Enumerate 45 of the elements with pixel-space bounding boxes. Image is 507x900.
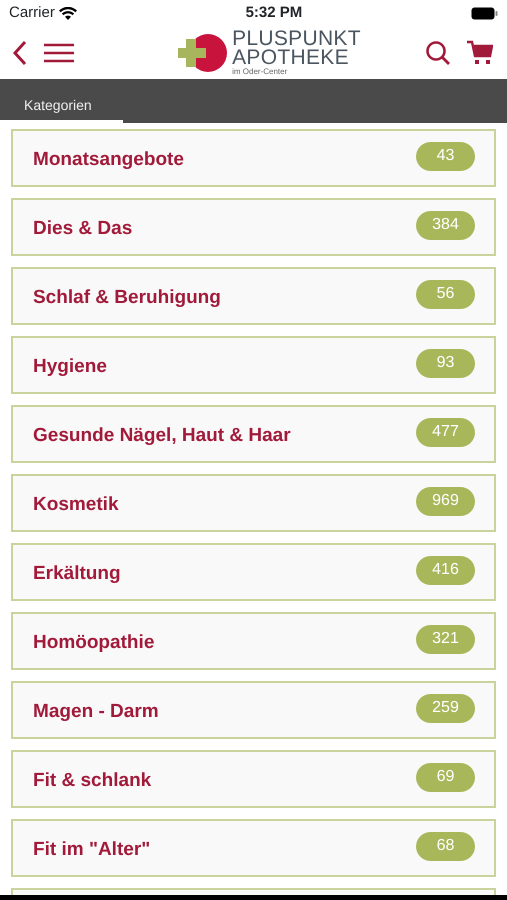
count-badge: 416 xyxy=(416,556,475,584)
category-name: Erkältung xyxy=(33,562,121,586)
category-row[interactable]: Dies & Das 384 xyxy=(11,198,496,256)
count-badge: 969 xyxy=(416,486,475,516)
category-row[interactable]: Kosmetik 969 xyxy=(11,474,496,532)
category-row[interactable]: Fit & schlank 69 xyxy=(11,750,496,808)
category-name: Hygiene xyxy=(33,354,107,379)
count-badge: 477 xyxy=(416,418,475,446)
logo-icon xyxy=(178,33,228,73)
category-name: Fit & schlank xyxy=(33,768,152,793)
category-name: Monatsangebote xyxy=(33,148,184,172)
category-name: Gesunde Nägel, Haut & Haar xyxy=(33,424,291,448)
category-row[interactable]: Hygiene 93 xyxy=(11,336,496,394)
search-button[interactable] xyxy=(425,40,451,66)
category-row[interactable]: Homöopathie 321 xyxy=(11,612,496,670)
logo-text: PLUSPUNKT xyxy=(232,29,361,48)
cart-button[interactable] xyxy=(467,40,493,66)
count-badge: 68 xyxy=(416,832,475,860)
category-name: Schlaf & Beruhigung xyxy=(33,286,221,310)
count-badge: 43 xyxy=(416,142,475,170)
back-button[interactable] xyxy=(12,40,28,66)
category-name: Kosmetik xyxy=(33,492,119,517)
logo-text: APOTHEKE xyxy=(232,48,350,67)
category-row[interactable]: Gesunde Nägel, Haut & Haar 477 xyxy=(11,405,496,463)
count-badge: 259 xyxy=(416,694,475,722)
category-row[interactable]: Magen - Darm 259 xyxy=(11,681,496,739)
category-row[interactable]: Schlaf & Beruhigung 56 xyxy=(11,267,496,325)
count-badge: 93 xyxy=(416,348,475,378)
count-badge: 384 xyxy=(416,210,475,240)
logo-subtitle: im Oder-Center xyxy=(232,67,288,77)
category-row[interactable]: Fit im "Alter" 68 xyxy=(11,819,496,877)
category-row[interactable]: Monatsangebote 43 xyxy=(11,129,496,187)
clock-time: 5:32 PM xyxy=(246,3,302,24)
category-name: Homöopathie xyxy=(33,630,154,655)
count-badge: 321 xyxy=(416,624,475,654)
wifi-icon xyxy=(58,7,77,20)
carrier-label: Carrier xyxy=(9,3,55,24)
category-name: Magen - Darm xyxy=(33,700,159,724)
category-name: Fit im "Alter" xyxy=(33,838,150,862)
battery-icon xyxy=(470,7,498,20)
count-badge: 56 xyxy=(416,280,475,308)
category-name: Dies & Das xyxy=(33,216,132,241)
menu-button[interactable] xyxy=(44,41,74,65)
count-badge: 69 xyxy=(416,762,475,792)
category-row[interactable]: Erkältung 416 xyxy=(11,543,496,601)
